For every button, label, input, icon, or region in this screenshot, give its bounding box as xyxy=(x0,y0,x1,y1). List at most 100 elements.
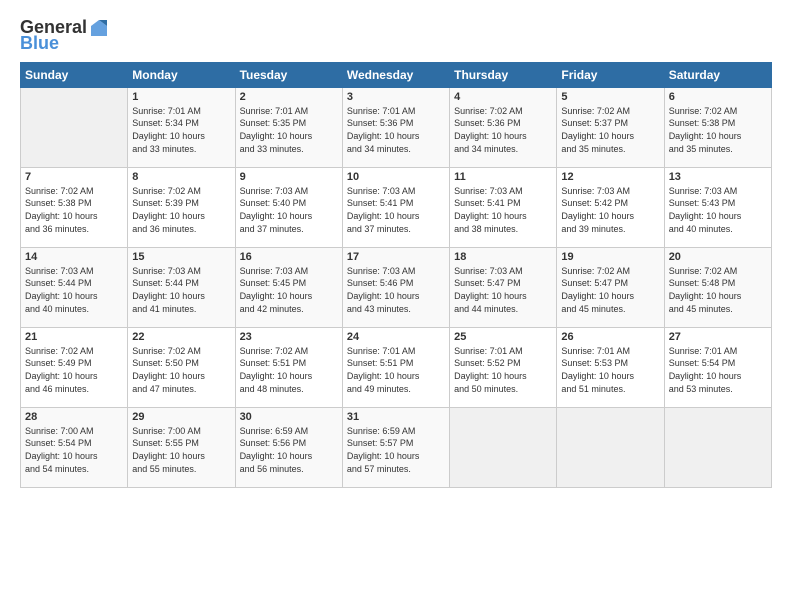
calendar-table: SundayMondayTuesdayWednesdayThursdayFrid… xyxy=(20,62,772,488)
calendar-cell: 31 Sunrise: 6:59 AM Sunset: 5:57 PM Dayli… xyxy=(342,407,449,487)
calendar-cell xyxy=(21,87,128,167)
calendar-week-row: 28 Sunrise: 7:00 AM Sunset: 5:54 PM Dayli… xyxy=(21,407,772,487)
day-info: Sunrise: 7:02 AM Sunset: 5:49 PM Dayligh… xyxy=(25,345,123,395)
day-number: 16 xyxy=(240,251,338,263)
day-number: 24 xyxy=(347,331,445,343)
calendar-cell: 17 Sunrise: 7:03 AM Sunset: 5:46 PM Dayli… xyxy=(342,247,449,327)
calendar-cell: 10 Sunrise: 7:03 AM Sunset: 5:41 PM Dayli… xyxy=(342,167,449,247)
day-number: 11 xyxy=(454,171,552,183)
calendar-cell: 18 Sunrise: 7:03 AM Sunset: 5:47 PM Dayli… xyxy=(450,247,557,327)
header-day-monday: Monday xyxy=(128,62,235,87)
calendar-cell: 12 Sunrise: 7:03 AM Sunset: 5:42 PM Dayli… xyxy=(557,167,664,247)
day-number: 13 xyxy=(669,171,767,183)
logo: General Blue xyxy=(20,18,109,54)
day-info: Sunrise: 7:02 AM Sunset: 5:38 PM Dayligh… xyxy=(669,105,767,155)
header-day-thursday: Thursday xyxy=(450,62,557,87)
day-info: Sunrise: 7:02 AM Sunset: 5:50 PM Dayligh… xyxy=(132,345,230,395)
day-number: 12 xyxy=(561,171,659,183)
calendar-week-row: 14Sunrise: 7:03 AM Sunset: 5:44 PM Dayli… xyxy=(21,247,772,327)
day-number: 5 xyxy=(561,91,659,103)
day-info: Sunrise: 7:03 AM Sunset: 5:40 PM Dayligh… xyxy=(240,185,338,235)
calendar-cell: 6 Sunrise: 7:02 AM Sunset: 5:38 PM Daylig… xyxy=(664,87,771,167)
day-number: 22 xyxy=(132,331,230,343)
day-info: Sunrise: 7:02 AM Sunset: 5:48 PM Dayligh… xyxy=(669,265,767,315)
day-info: Sunrise: 7:01 AM Sunset: 5:35 PM Dayligh… xyxy=(240,105,338,155)
calendar-cell: 21 Sunrise: 7:02 AM Sunset: 5:49 PM Dayli… xyxy=(21,327,128,407)
calendar-cell: 1 Sunrise: 7:01 AM Sunset: 5:34 PM Daylig… xyxy=(128,87,235,167)
page-header: General Blue xyxy=(20,18,772,54)
day-info: Sunrise: 7:02 AM Sunset: 5:39 PM Dayligh… xyxy=(132,185,230,235)
calendar-cell: 27Sunrise: 7:01 AM Sunset: 5:54 PM Dayli… xyxy=(664,327,771,407)
day-info: Sunrise: 7:00 AM Sunset: 5:55 PM Dayligh… xyxy=(132,425,230,475)
calendar-cell: 28 Sunrise: 7:00 AM Sunset: 5:54 PM Dayli… xyxy=(21,407,128,487)
day-info: Sunrise: 7:02 AM Sunset: 5:37 PM Dayligh… xyxy=(561,105,659,155)
day-number: 10 xyxy=(347,171,445,183)
day-info: Sunrise: 7:00 AM Sunset: 5:54 PM Dayligh… xyxy=(25,425,123,475)
calendar-cell: 9 Sunrise: 7:03 AM Sunset: 5:40 PM Daylig… xyxy=(235,167,342,247)
calendar-cell: 29 Sunrise: 7:00 AM Sunset: 5:55 PM Dayli… xyxy=(128,407,235,487)
header-day-friday: Friday xyxy=(557,62,664,87)
day-info: Sunrise: 6:59 AM Sunset: 5:57 PM Dayligh… xyxy=(347,425,445,475)
calendar-week-row: 21 Sunrise: 7:02 AM Sunset: 5:49 PM Dayli… xyxy=(21,327,772,407)
calendar-cell: 24 Sunrise: 7:01 AM Sunset: 5:51 PM Dayli… xyxy=(342,327,449,407)
header-day-sunday: Sunday xyxy=(21,62,128,87)
day-info: Sunrise: 7:02 AM Sunset: 5:47 PM Dayligh… xyxy=(561,265,659,315)
calendar-cell: 14Sunrise: 7:03 AM Sunset: 5:44 PM Dayli… xyxy=(21,247,128,327)
calendar-cell: 11Sunrise: 7:03 AM Sunset: 5:41 PM Dayli… xyxy=(450,167,557,247)
calendar-cell: 7 Sunrise: 7:02 AM Sunset: 5:38 PM Daylig… xyxy=(21,167,128,247)
day-number: 15 xyxy=(132,251,230,263)
day-info: Sunrise: 7:03 AM Sunset: 5:44 PM Dayligh… xyxy=(25,265,123,315)
logo-text-blue: Blue xyxy=(20,34,59,54)
calendar-cell: 30 Sunrise: 6:59 AM Sunset: 5:56 PM Dayli… xyxy=(235,407,342,487)
day-number: 17 xyxy=(347,251,445,263)
header-day-wednesday: Wednesday xyxy=(342,62,449,87)
calendar-cell: 8 Sunrise: 7:02 AM Sunset: 5:39 PM Daylig… xyxy=(128,167,235,247)
calendar-cell: 4 Sunrise: 7:02 AM Sunset: 5:36 PM Daylig… xyxy=(450,87,557,167)
calendar-cell: 3Sunrise: 7:01 AM Sunset: 5:36 PM Daylig… xyxy=(342,87,449,167)
calendar-cell: 19 Sunrise: 7:02 AM Sunset: 5:47 PM Dayli… xyxy=(557,247,664,327)
day-number: 30 xyxy=(240,411,338,423)
day-info: Sunrise: 7:03 AM Sunset: 5:47 PM Dayligh… xyxy=(454,265,552,315)
day-number: 21 xyxy=(25,331,123,343)
day-info: Sunrise: 7:02 AM Sunset: 5:51 PM Dayligh… xyxy=(240,345,338,395)
day-number: 18 xyxy=(454,251,552,263)
day-info: Sunrise: 6:59 AM Sunset: 5:56 PM Dayligh… xyxy=(240,425,338,475)
day-info: Sunrise: 7:01 AM Sunset: 5:51 PM Dayligh… xyxy=(347,345,445,395)
calendar-cell: 22 Sunrise: 7:02 AM Sunset: 5:50 PM Dayli… xyxy=(128,327,235,407)
day-number: 19 xyxy=(561,251,659,263)
calendar-cell: 16 Sunrise: 7:03 AM Sunset: 5:45 PM Dayli… xyxy=(235,247,342,327)
day-number: 3 xyxy=(347,91,445,103)
day-info: Sunrise: 7:03 AM Sunset: 5:45 PM Dayligh… xyxy=(240,265,338,315)
day-number: 6 xyxy=(669,91,767,103)
day-number: 1 xyxy=(132,91,230,103)
day-info: Sunrise: 7:03 AM Sunset: 5:43 PM Dayligh… xyxy=(669,185,767,235)
day-info: Sunrise: 7:03 AM Sunset: 5:42 PM Dayligh… xyxy=(561,185,659,235)
calendar-cell: 2Sunrise: 7:01 AM Sunset: 5:35 PM Daylig… xyxy=(235,87,342,167)
day-number: 9 xyxy=(240,171,338,183)
day-number: 31 xyxy=(347,411,445,423)
day-number: 26 xyxy=(561,331,659,343)
calendar-cell xyxy=(557,407,664,487)
calendar-cell: 26 Sunrise: 7:01 AM Sunset: 5:53 PM Dayli… xyxy=(557,327,664,407)
day-info: Sunrise: 7:01 AM Sunset: 5:53 PM Dayligh… xyxy=(561,345,659,395)
calendar-cell xyxy=(664,407,771,487)
header-day-saturday: Saturday xyxy=(664,62,771,87)
day-number: 20 xyxy=(669,251,767,263)
day-number: 23 xyxy=(240,331,338,343)
header-row: SundayMondayTuesdayWednesdayThursdayFrid… xyxy=(21,62,772,87)
day-info: Sunrise: 7:02 AM Sunset: 5:38 PM Dayligh… xyxy=(25,185,123,235)
logo-icon xyxy=(89,18,109,38)
day-info: Sunrise: 7:01 AM Sunset: 5:34 PM Dayligh… xyxy=(132,105,230,155)
day-number: 28 xyxy=(25,411,123,423)
calendar-week-row: 1 Sunrise: 7:01 AM Sunset: 5:34 PM Daylig… xyxy=(21,87,772,167)
day-info: Sunrise: 7:03 AM Sunset: 5:41 PM Dayligh… xyxy=(347,185,445,235)
header-day-tuesday: Tuesday xyxy=(235,62,342,87)
day-info: Sunrise: 7:03 AM Sunset: 5:46 PM Dayligh… xyxy=(347,265,445,315)
calendar-cell: 20 Sunrise: 7:02 AM Sunset: 5:48 PM Dayli… xyxy=(664,247,771,327)
day-number: 8 xyxy=(132,171,230,183)
day-number: 29 xyxy=(132,411,230,423)
day-info: Sunrise: 7:02 AM Sunset: 5:36 PM Dayligh… xyxy=(454,105,552,155)
day-number: 7 xyxy=(25,171,123,183)
day-info: Sunrise: 7:01 AM Sunset: 5:54 PM Dayligh… xyxy=(669,345,767,395)
day-number: 4 xyxy=(454,91,552,103)
